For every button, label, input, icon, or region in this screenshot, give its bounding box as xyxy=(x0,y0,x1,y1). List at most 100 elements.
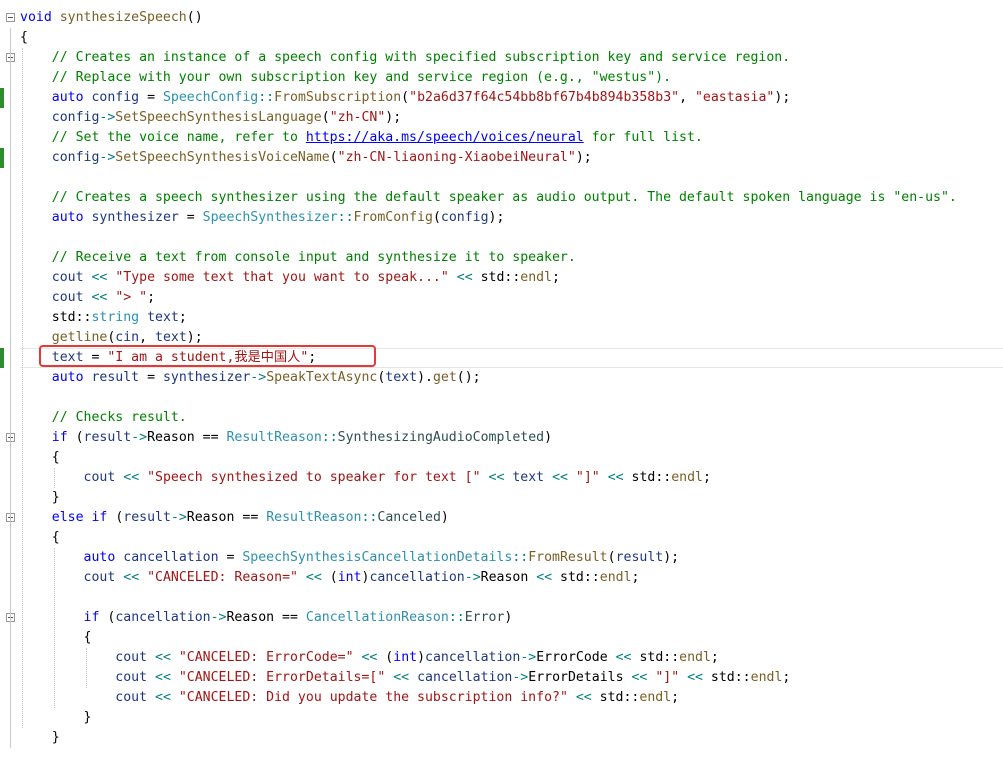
doc-link[interactable]: https://aka.ms/speech/voices/neural xyxy=(306,130,584,145)
code-line[interactable]: if (result->Reason == ResultReason::Synt… xyxy=(20,428,1003,448)
code-token: << xyxy=(631,670,648,685)
code-line[interactable]: auto cancellation = SpeechSynthesisCance… xyxy=(20,548,1003,568)
code-line[interactable]: cout << "> "; xyxy=(20,288,1003,308)
code-token: << xyxy=(687,670,703,685)
code-line[interactable]: cout << "CANCELED: ErrorCode=" << (int)c… xyxy=(20,648,1003,668)
code-line[interactable]: void synthesizeSpeech() xyxy=(20,8,1003,28)
code-token: ) xyxy=(504,610,513,625)
code-line[interactable]: // Receive a text from console input and… xyxy=(20,248,1003,268)
code-line[interactable]: config->SetSpeechSynthesisLanguage("zh-C… xyxy=(20,108,1003,128)
change-marker xyxy=(0,348,4,368)
code-line[interactable]: cout << "Type some text that you want to… xyxy=(20,268,1003,288)
code-token: ) xyxy=(544,430,553,445)
code-token: Reason xyxy=(480,570,537,585)
code-token: ; xyxy=(710,650,719,665)
code-line[interactable]: // Replace with your own subscription ke… xyxy=(20,68,1003,88)
code-token: // Replace with your own subscription ke… xyxy=(51,70,672,85)
code-token: cout xyxy=(51,290,84,305)
code-line[interactable] xyxy=(20,388,1003,408)
code-token: << xyxy=(615,650,632,665)
code-token: cout xyxy=(115,690,148,705)
code-token: "> " xyxy=(115,290,148,305)
code-line-text: cout << "> "; xyxy=(20,288,155,308)
code-line[interactable]: // Creates a speech synthesizer using th… xyxy=(20,188,1003,208)
code-token: :: xyxy=(337,210,354,225)
code-token: // Checks result. xyxy=(51,410,187,425)
code-token: config xyxy=(51,150,100,165)
code-line[interactable]: else if (result->Reason == ResultReason:… xyxy=(20,508,1003,528)
code-line[interactable]: { xyxy=(20,448,1003,468)
code-line[interactable]: auto result = synthesizer->SpeakTextAsyn… xyxy=(20,368,1003,388)
code-token: SpeechConfig xyxy=(162,90,259,105)
code-line[interactable]: { xyxy=(20,528,1003,548)
code-token: -> xyxy=(99,110,116,125)
code-token: { xyxy=(20,450,60,465)
code-token: << xyxy=(361,650,378,665)
code-token: ). xyxy=(417,370,433,385)
code-line[interactable] xyxy=(20,168,1003,188)
code-line[interactable]: // Set the voice name, refer to https://… xyxy=(20,128,1003,148)
code-token: -> xyxy=(512,670,529,685)
code-line[interactable]: // Checks result. xyxy=(20,408,1003,428)
code-line[interactable]: } xyxy=(20,488,1003,508)
code-token: << xyxy=(456,270,473,285)
code-line[interactable]: { xyxy=(20,28,1003,48)
code-line[interactable]: config->SetSpeechSynthesisVoiceName("zh-… xyxy=(20,148,1003,168)
code-token: SetSpeechSynthesisVoiceName xyxy=(115,150,330,165)
code-token: endl xyxy=(520,270,553,285)
code-line[interactable]: } xyxy=(20,728,1003,748)
code-line[interactable]: } xyxy=(20,708,1003,728)
code-line[interactable]: auto config = SpeechConfig::FromSubscrip… xyxy=(20,88,1003,108)
code-line[interactable] xyxy=(20,588,1003,608)
code-token: ResultReason xyxy=(226,430,322,445)
code-line-text: auto result = synthesizer->SpeakTextAsyn… xyxy=(20,368,481,388)
code-token: ( xyxy=(432,210,441,225)
code-token: ( xyxy=(67,430,84,445)
code-line[interactable]: { xyxy=(20,628,1003,648)
fold-collapse-icon[interactable] xyxy=(6,13,15,22)
code-line-text: auto config = SpeechConfig::FromSubscrip… xyxy=(20,88,791,108)
code-line[interactable]: cout << "CANCELED: Did you update the su… xyxy=(20,688,1003,708)
code-line[interactable]: cout << "Speech synthesized to speaker f… xyxy=(20,468,1003,488)
code-line-text: { xyxy=(20,528,60,548)
code-token: << xyxy=(536,570,553,585)
code-token: if xyxy=(91,510,108,525)
code-token: string xyxy=(91,310,140,325)
code-token: -> xyxy=(99,150,116,165)
code-token: (); xyxy=(456,370,481,385)
code-token: cancellation xyxy=(425,650,521,665)
code-line[interactable]: auto synthesizer = SpeechSynthesizer::Fr… xyxy=(20,208,1003,228)
code-token: } xyxy=(20,490,60,505)
code-line[interactable]: // Creates an instance of a speech confi… xyxy=(20,48,1003,68)
code-token: << xyxy=(123,570,140,585)
code-token: ( xyxy=(321,570,338,585)
code-line[interactable]: std::string text; xyxy=(20,308,1003,328)
code-token: SpeakTextAsync xyxy=(266,370,378,385)
code-line[interactable] xyxy=(20,228,1003,248)
code-token: << xyxy=(155,690,171,705)
code-token: if xyxy=(51,430,68,445)
code-token: -> xyxy=(210,610,227,625)
code-line[interactable]: if (cancellation->Reason == Cancellation… xyxy=(20,608,1003,628)
code-editor[interactable]: void synthesizeSpeech(){ // Creates an i… xyxy=(0,0,1003,771)
code-line[interactable]: cout << "CANCELED: ErrorDetails=[" << ca… xyxy=(20,668,1003,688)
code-token: result xyxy=(123,510,171,525)
code-token: "CANCELED: Did you update the subscripti… xyxy=(178,690,568,705)
code-line[interactable]: cout << "CANCELED: Reason=" << (int)canc… xyxy=(20,568,1003,588)
code-line[interactable] xyxy=(20,748,1003,768)
code-token: { xyxy=(20,630,92,645)
